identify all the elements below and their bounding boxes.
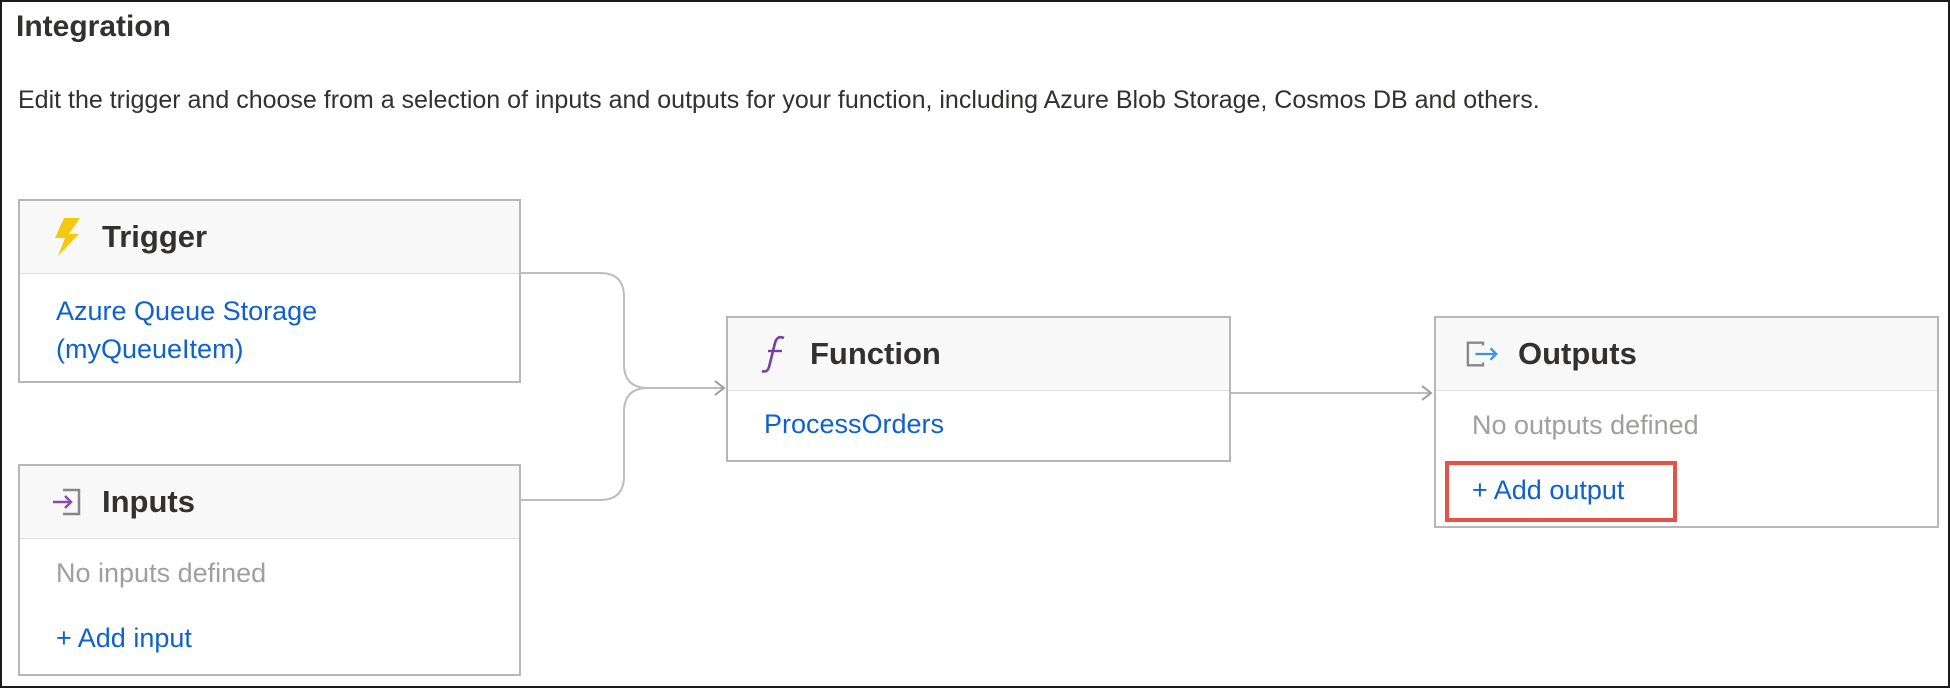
- output-arrow-icon: [1466, 334, 1500, 374]
- add-output-highlight: [1445, 461, 1677, 522]
- trigger-card-header: Trigger: [20, 201, 519, 274]
- outputs-arrowhead: [1421, 385, 1433, 401]
- outputs-card-header: Outputs: [1436, 318, 1937, 391]
- trigger-card: Trigger Azure Queue Storage (myQueueItem…: [18, 199, 521, 383]
- page-description: Edit the trigger and choose from a selec…: [18, 86, 1540, 114]
- trigger-binding-link-line1[interactable]: Azure Queue Storage: [56, 292, 317, 330]
- function-card: Function ProcessOrders: [726, 316, 1231, 462]
- trigger-title: Trigger: [102, 219, 208, 254]
- inputs-title: Inputs: [102, 484, 195, 519]
- function-title: Function: [810, 336, 941, 371]
- lightning-bolt-icon: [50, 217, 84, 257]
- page-title: Integration: [16, 10, 171, 43]
- trigger-binding-link-line2[interactable]: (myQueueItem): [56, 330, 317, 368]
- add-input-link[interactable]: + Add input: [56, 623, 192, 654]
- inputs-empty-text: No inputs defined: [56, 558, 267, 588]
- inputs-connector: [520, 387, 649, 501]
- outputs-title: Outputs: [1518, 336, 1637, 371]
- outputs-empty-text: No outputs defined: [1472, 410, 1699, 440]
- function-name-link[interactable]: ProcessOrders: [764, 409, 944, 440]
- function-f-icon: [758, 334, 792, 374]
- function-arrowhead: [714, 380, 726, 396]
- function-card-header: Function: [728, 318, 1229, 391]
- inputs-card: Inputs No inputs defined + Add input: [18, 464, 521, 676]
- trigger-connector: [520, 272, 723, 389]
- input-arrow-icon: [50, 482, 84, 522]
- inputs-card-header: Inputs: [20, 466, 519, 539]
- integration-panel: Integration Edit the trigger and choose …: [0, 0, 1950, 688]
- trigger-binding[interactable]: Azure Queue Storage (myQueueItem): [56, 292, 317, 368]
